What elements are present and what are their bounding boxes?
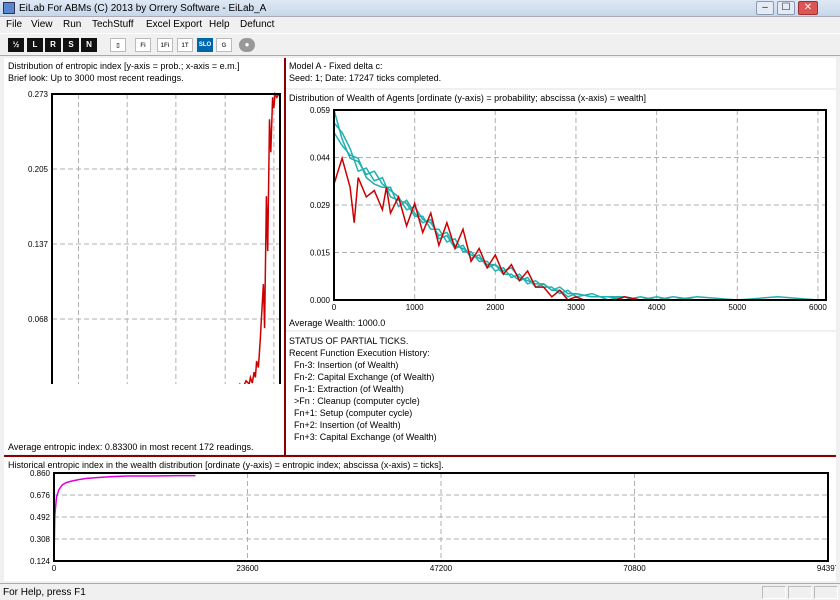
x-tick-label: 5000 (728, 303, 746, 312)
new-icon[interactable]: N (81, 38, 97, 52)
app-icon (3, 2, 15, 14)
app-window: EiLab For ABMs (C) 2013 by Orrery Softwa… (0, 0, 840, 600)
status-cell (788, 586, 812, 599)
history-line: Fn+2: Insertion (of Wealth) (294, 420, 401, 430)
x-tick-label: 1000 (406, 303, 424, 312)
y-tick-label: 0.000 (310, 296, 331, 305)
x-tick-label: 70800 (623, 564, 646, 573)
menu-techstuff[interactable]: TechStuff (92, 19, 134, 30)
minimize-button[interactable]: – (756, 1, 774, 15)
y-tick-label: 0.137 (28, 240, 49, 249)
stop-icon[interactable]: S (63, 38, 79, 52)
menu-help[interactable]: Help (209, 19, 230, 30)
entropic-history-chart: 0.860 0.676 0.492 0.308 0.1240 23600 47200 7080… (30, 469, 836, 573)
record-icon[interactable]: ● (239, 38, 255, 52)
menu-excel-export[interactable]: Excel Export (146, 19, 202, 30)
menu-view[interactable]: View (31, 19, 53, 30)
status-cell (814, 586, 838, 599)
x-tick-label: 23600 (236, 564, 259, 573)
menu-defunct[interactable]: Defunct (240, 19, 274, 30)
history-line: Fn+1: Setup (computer cycle) (294, 408, 413, 418)
entropic-distribution-heading: Distribution of entropic index [y-axis =… (8, 61, 240, 71)
wealth-distribution-heading: Distribution of Wealth of Agents [ordina… (289, 93, 646, 103)
wealth-distribution-chart: 0.059 0.044 0.029 0.015 0.0000 1000 2000 3000 40… (310, 106, 827, 312)
run-icon[interactable]: R (45, 38, 61, 52)
y-tick-label: 0.068 (28, 315, 49, 324)
page-icon[interactable]: ▯ (110, 38, 126, 52)
menu-run[interactable]: Run (63, 19, 81, 30)
x-tick-label: 0 (332, 303, 337, 312)
status-bar-text: For Help, press F1 (3, 587, 86, 598)
entropic-distribution-subheading: Brief look: Up to 3000 most recent readi… (8, 73, 184, 83)
x-tick-label: 94397 (817, 564, 836, 573)
series-line (53, 474, 196, 562)
1t-icon[interactable]: 1T (177, 38, 193, 52)
average-entropic-index-text: Average entropic index: 0.83300 in most … (8, 442, 254, 452)
x-tick-label: 4000 (648, 303, 666, 312)
maximize-button[interactable]: ☐ (777, 1, 795, 15)
seed-ticks-text: Seed: 1; Date: 17247 ticks completed. (289, 73, 442, 83)
x-tick-label: 6000 (809, 303, 827, 312)
status-cell (762, 586, 786, 599)
y-tick-label: 0.492 (30, 513, 51, 522)
go-icon[interactable]: G (216, 38, 232, 52)
half-step-icon[interactable]: ½ (8, 38, 24, 52)
y-tick-label: 0.676 (30, 491, 51, 500)
y-tick-label: 0.124 (30, 557, 51, 566)
y-tick-label: 0.059 (310, 106, 331, 115)
history-line-current: >Fn : Cleanup (computer cycle) (294, 396, 420, 406)
x-tick-label: 3000 (567, 303, 585, 312)
status-subtitle: Recent Function Execution History: (289, 348, 430, 358)
title-bar[interactable]: EiLab For ABMs (C) 2013 by Orrery Softwa… (0, 0, 840, 17)
y-tick-label: 0.860 (30, 469, 51, 478)
fi-icon[interactable]: Fi (135, 38, 151, 52)
x-tick-label: 2000 (486, 303, 504, 312)
status-title: STATUS OF PARTIAL TICKS. (289, 336, 409, 346)
y-tick-label: 0.015 (310, 249, 331, 258)
toolbar: ½ L R S N ▯ Fi 1Fi 1T SLO G ● (0, 33, 840, 56)
x-tick-label: 0 (52, 564, 57, 573)
history-line: Fn+3: Capital Exchange (of Wealth) (294, 432, 437, 442)
load-icon[interactable]: L (27, 38, 43, 52)
history-line: Fn-1: Extraction (of Wealth) (294, 384, 404, 394)
plot-frame (51, 93, 281, 384)
status-pane: STATUS OF PARTIAL TICKS. Recent Function… (286, 332, 836, 454)
menu-bar: File View Run TechStuff Excel Export Hel… (0, 17, 840, 33)
x-tick-label: 47200 (430, 564, 453, 573)
history-line: Fn-3: Insertion (of Wealth) (294, 360, 399, 370)
entropic-distribution-chart: 0.2730.2050.1370.0680.0000.5430.6220.701… (28, 90, 281, 384)
status-bar: For Help, press F1 (0, 583, 840, 600)
y-tick-label: 0.044 (310, 154, 331, 163)
model-info-pane: Model A - Fixed delta c: Seed: 1; Date: … (286, 58, 836, 88)
series-line (239, 91, 280, 384)
y-tick-label: 0.273 (28, 90, 49, 99)
y-tick-label: 0.308 (30, 535, 51, 544)
menu-file[interactable]: File (6, 19, 22, 30)
window-title: EiLab For ABMs (C) 2013 by Orrery Softwa… (19, 3, 267, 14)
history-line: Fn-2: Capital Exchange (of Wealth) (294, 372, 435, 382)
slow-icon[interactable]: SLO (197, 38, 213, 52)
model-name-text: Model A - Fixed delta c: (289, 61, 383, 71)
y-tick-label: 0.029 (310, 201, 331, 210)
y-tick-label: 0.205 (28, 165, 49, 174)
average-wealth-text: Average Wealth: 1000.0 (289, 318, 386, 328)
1fi-icon[interactable]: 1Fi (157, 38, 173, 52)
close-button[interactable]: ✕ (798, 1, 818, 15)
